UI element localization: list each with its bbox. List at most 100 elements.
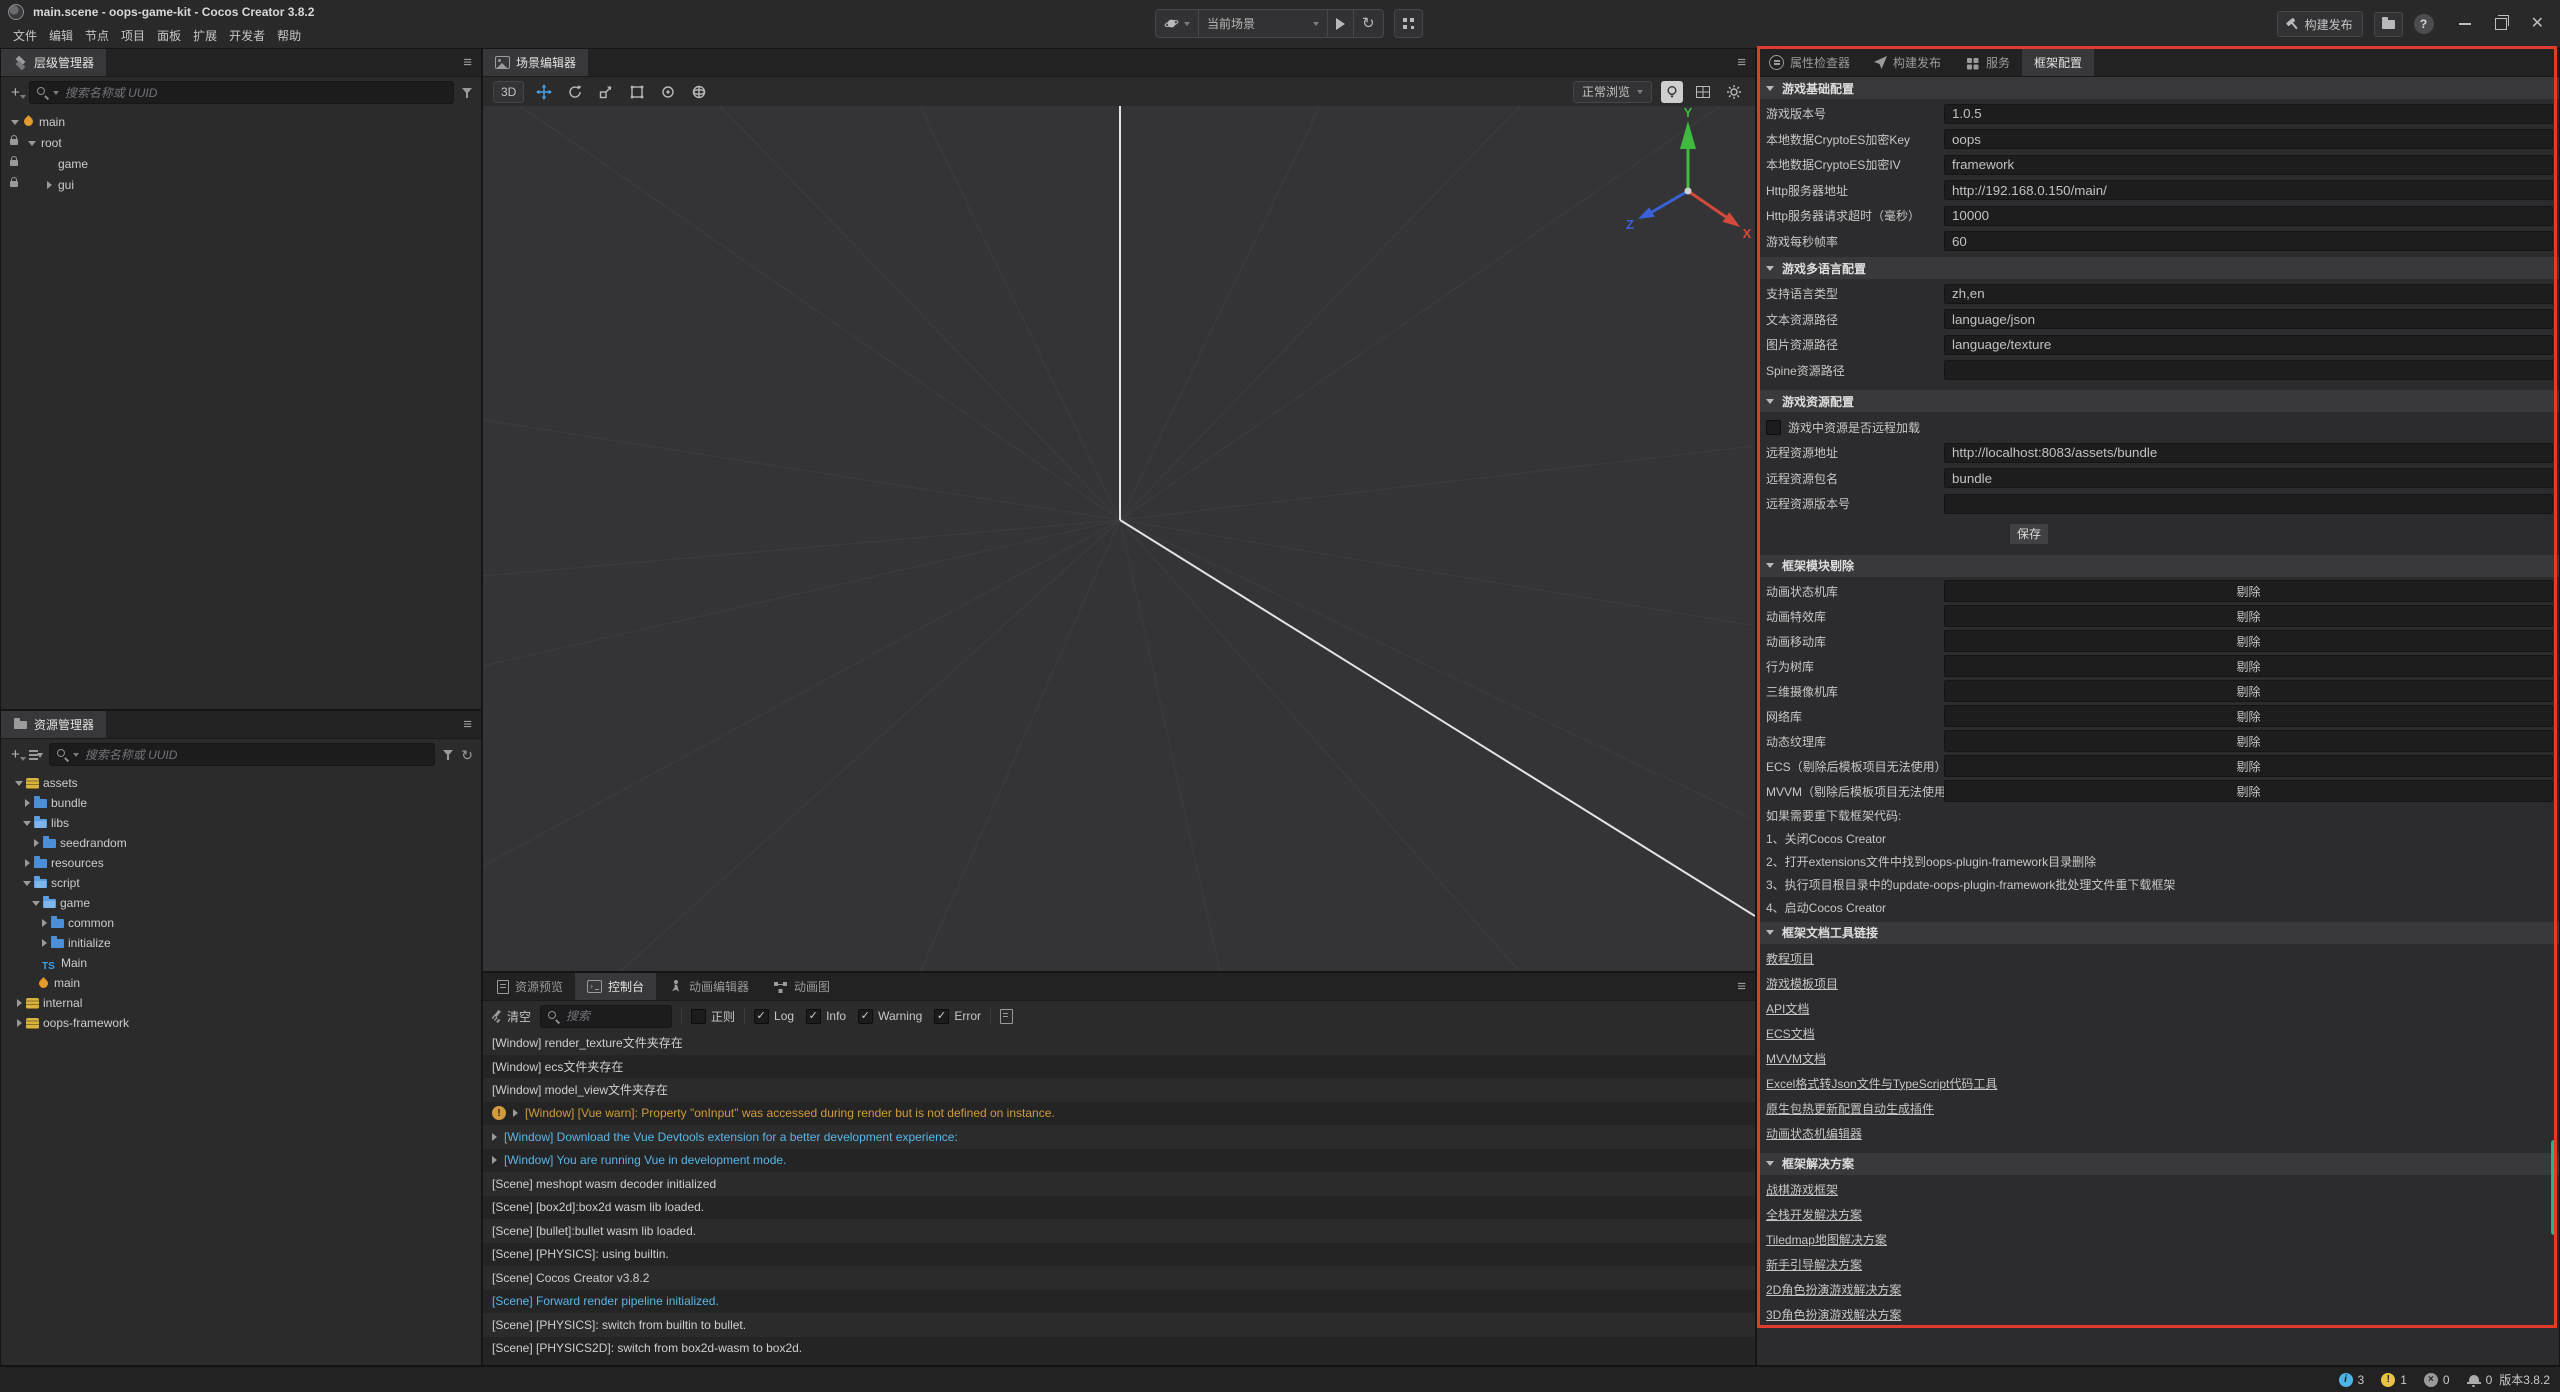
translate-tool-button[interactable] [533,81,555,103]
field-input[interactable] [1944,231,2553,251]
expand-chevron-icon[interactable] [38,917,50,929]
log-filter-checkbox[interactable]: Error [934,1009,981,1024]
menu-item[interactable]: 项目 [115,27,151,44]
scene-light-toggle[interactable] [1661,81,1683,103]
log-filter-checkbox[interactable]: Log [754,1009,794,1024]
tab-scene-editor[interactable]: 场景编辑器 [483,49,588,76]
console-tab[interactable]: 动画编辑器 [656,973,761,1000]
console-message-row[interactable]: [Window] Download the Vue Devtools exten… [483,1125,1755,1149]
console-message-row[interactable]: [Window] You are running Vue in developm… [483,1149,1755,1173]
expand-chevron-icon[interactable] [43,179,55,191]
menu-item[interactable]: 编辑 [43,27,79,44]
console-tab[interactable]: 资源预览 [483,973,575,1000]
expand-chevron-icon[interactable] [21,797,33,809]
panel-menu-icon[interactable]: ≡ [1737,49,1746,76]
collapse-log-icon[interactable] [1000,1009,1013,1024]
section-header-docs[interactable]: 框架文档工具链接 [1757,922,2559,944]
tree-row[interactable]: libs [1,813,481,833]
field-input[interactable] [1944,443,2553,463]
scene-viewport[interactable]: Y X Z [483,106,1755,971]
solution-link[interactable]: Tiledmap地图解决方案 [1766,1231,1887,1248]
section-header-resource[interactable]: 游戏资源配置 [1757,390,2559,412]
menu-item[interactable]: 文件 [7,27,43,44]
status-notification-counter[interactable]: 0 [2467,1373,2493,1387]
expand-chevron-icon[interactable] [13,777,25,789]
maximize-button[interactable] [2495,18,2507,30]
field-input[interactable] [1944,468,2553,488]
section-header-basic[interactable]: 游戏基础配置 [1757,77,2559,99]
menu-item[interactable]: 节点 [79,27,115,44]
expand-chevron-icon[interactable] [21,877,33,889]
tree-row[interactable]: resources [1,853,481,873]
expand-chevron-icon[interactable] [21,857,33,869]
console-tab[interactable]: 动画图 [761,973,842,1000]
tree-row[interactable]: game [1,893,481,913]
remove-module-button[interactable]: 剔除 [1944,605,2553,627]
tree-row[interactable]: bundle [1,793,481,813]
solution-link[interactable]: 全栈开发解决方案 [1766,1206,1862,1223]
doc-link[interactable]: 原生包热更新配置自动生成插件 [1766,1100,1934,1117]
sort-icon[interactable] [29,749,42,760]
log-filter-checkbox[interactable]: Warning [858,1009,922,1024]
console-message-row[interactable]: [Scene] [box2d]:box2d wasm lib loaded. [483,1196,1755,1220]
inspector-tab[interactable]: 属性检查器 [1757,49,1862,76]
expand-chevron-icon[interactable] [492,1133,497,1141]
status-warning-counter[interactable]: ! 1 [2381,1373,2407,1387]
assets-searchbox[interactable] [49,743,436,766]
minimize-button[interactable] [2459,23,2471,25]
field-input[interactable] [1944,335,2553,355]
console-tab[interactable]: 控制台 [575,973,656,1000]
help-button[interactable]: ? [2414,14,2434,34]
expand-chevron-icon[interactable] [30,837,42,849]
menu-item[interactable]: 帮助 [271,27,307,44]
panel-menu-icon[interactable]: ≡ [1737,973,1746,1000]
field-input[interactable] [1944,129,2553,149]
checkbox-unchecked-icon[interactable] [1766,420,1781,435]
section-header-modules[interactable]: 框架模块剔除 [1757,555,2559,577]
refresh-icon[interactable]: ↻ [461,748,473,762]
close-button[interactable]: ✕ [2531,16,2544,32]
tree-row[interactable]: seedrandom [1,833,481,853]
restart-button[interactable]: ↻ [1354,10,1383,37]
tree-row[interactable]: main [1,111,481,132]
tree-row[interactable]: initialize [1,933,481,953]
tree-row[interactable]: oops-framework [1,1013,481,1033]
expand-chevron-icon[interactable] [9,116,21,128]
expand-chevron-icon[interactable] [38,937,50,949]
filter-icon[interactable] [442,749,454,761]
regex-checkbox[interactable]: 正则 [691,1008,735,1025]
open-project-folder-button[interactable] [2374,12,2403,37]
tree-row[interactable]: common [1,913,481,933]
expand-chevron-icon[interactable] [513,1109,518,1117]
remove-module-button[interactable]: 剔除 [1944,680,2553,702]
console-message-row[interactable]: [Scene] meshopt wasm decoder initialized [483,1172,1755,1196]
solution-link[interactable]: 新手引导解决方案 [1766,1256,1862,1273]
field-input[interactable] [1944,309,2553,329]
view-mode-dropdown[interactable]: 正常浏览 [1573,81,1652,103]
hierarchy-searchbox[interactable] [29,81,454,104]
play-button[interactable] [1328,10,1354,37]
preview-target-button[interactable] [1156,10,1199,37]
remove-module-button[interactable]: 剔除 [1944,655,2553,677]
tree-row[interactable]: main [1,973,481,993]
section-header-solutions[interactable]: 框架解决方案 [1757,1153,2559,1175]
pivot-toggle-button[interactable] [657,81,679,103]
expand-chevron-icon[interactable] [13,997,25,1009]
doc-link[interactable]: 动画状态机编辑器 [1766,1125,1862,1142]
tree-row[interactable]: game [1,153,481,174]
assets-search-input[interactable] [83,747,429,763]
add-node-button[interactable]: + [9,85,22,100]
tree-row[interactable]: Main [1,953,481,973]
inspector-scrollbar-thumb[interactable] [2551,1140,2557,1235]
remove-module-button[interactable]: 剔除 [1944,755,2553,777]
expand-chevron-icon[interactable] [21,817,33,829]
doc-link[interactable]: 游戏模板项目 [1766,975,1838,992]
section-header-language[interactable]: 游戏多语言配置 [1757,257,2559,279]
console-message-row[interactable]: ! [Window] [Vue warn]: Property "onInput… [483,1102,1755,1126]
console-message-row[interactable]: [Scene] [PHYSICS]: using builtin. [483,1243,1755,1267]
field-input[interactable] [1944,284,2553,304]
field-input[interactable] [1944,180,2553,200]
remove-module-button[interactable]: 剔除 [1944,630,2553,652]
remove-module-button[interactable]: 剔除 [1944,780,2553,802]
doc-link[interactable]: Excel格式转Json文件与TypeScript代码工具 [1766,1075,1997,1092]
